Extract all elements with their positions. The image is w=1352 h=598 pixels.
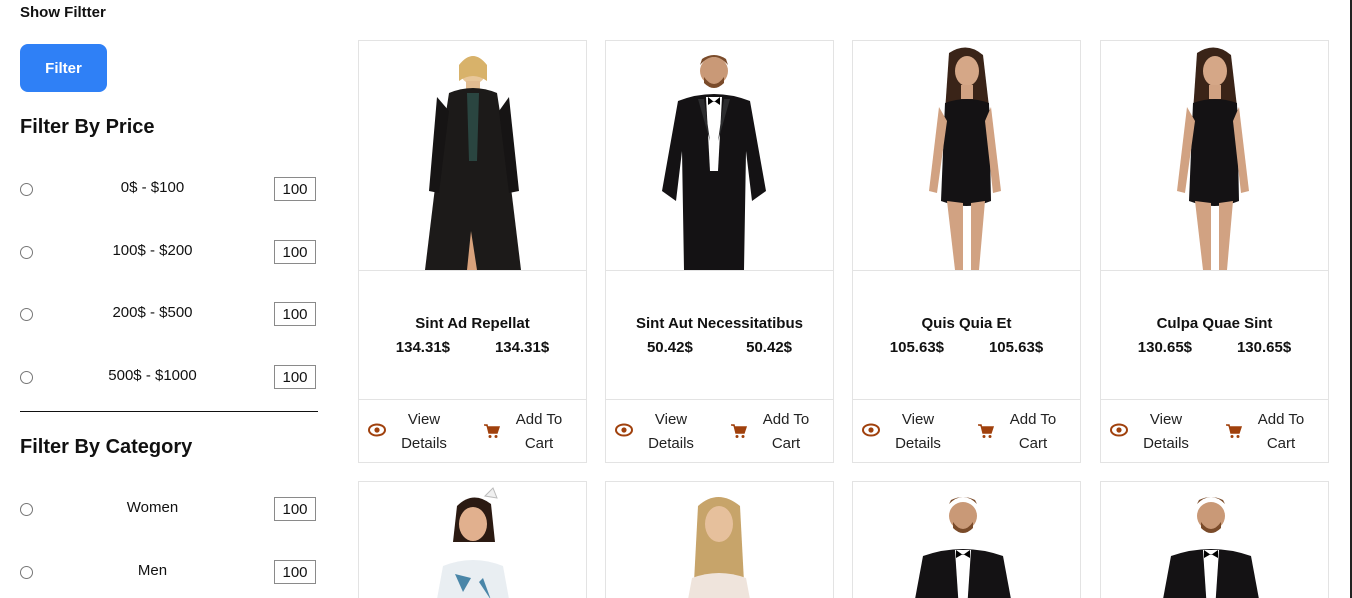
product-price: 130.65$ [1137,339,1193,356]
product-actions: View Details Add To Cart [1101,399,1328,464]
price-filter-title: Filter By Price [20,116,155,138]
product-card[interactable]: Quis Quia Et 105.63$ 105.63$ View Details… [852,40,1081,463]
view-details-button[interactable]: View Details [1110,408,1205,456]
add-to-cart-button[interactable]: Add To Cart [1225,408,1320,456]
product-card[interactable] [1100,481,1329,598]
product-card[interactable] [358,481,587,598]
product-image-woman-black-dress[interactable] [853,41,1080,271]
product-image-woman-black-dress[interactable] [1101,41,1328,271]
price-radio[interactable] [20,308,33,321]
eye-icon [368,423,386,442]
view-details-button[interactable]: View Details [615,408,710,456]
product-price-secondary: 130.65$ [1236,339,1292,356]
product-prices: 105.63$ 105.63$ [853,339,1080,356]
product-card[interactable]: Culpa Quae Sint 130.65$ 130.65$ View Deta… [1100,40,1329,463]
category-option[interactable]: Men 100 [20,560,318,586]
view-details-label: View Details [1143,411,1189,452]
price-option-label: 100$ - $200 [112,242,193,259]
product-actions: View Details Add To Cart [359,399,586,464]
filter-button[interactable]: Filter [20,44,107,92]
add-to-cart-label: Add To Cart [515,411,563,452]
price-option[interactable]: 500$ - $1000 100 [20,365,318,391]
price-option[interactable]: 0$ - $100 100 [20,177,318,203]
price-option[interactable]: 200$ - $500 100 [20,302,318,328]
cart-icon [730,423,748,444]
sidebar-divider [20,411,318,412]
category-radio[interactable] [20,566,33,579]
product-image-man-tuxedo[interactable] [606,41,833,271]
product-actions: View Details Add To Cart [853,399,1080,464]
product-price: 50.42$ [646,339,693,356]
product-name: Quis Quia Et [921,315,1012,332]
product-price-secondary: 105.63$ [988,339,1044,356]
price-radio[interactable] [20,371,33,384]
product-name: Sint Aut Necessitatibus [636,315,803,332]
view-details-label: View Details [648,411,694,452]
product-image-girl-white-dress[interactable] [359,482,586,598]
product-name: Sint Ad Repellat [415,315,530,332]
add-to-cart-label: Add To Cart [762,411,810,452]
view-details-label: View Details [895,411,941,452]
product-actions: View Details Add To Cart [606,399,833,464]
category-option-label: Women [126,499,179,516]
product-prices: 50.42$ 50.42$ [606,339,833,356]
cart-icon [1225,423,1243,444]
product-image-woman-blonde[interactable] [606,482,833,598]
product-price: 105.63$ [889,339,945,356]
price-option-count: 100 [274,177,316,201]
product-price-secondary: 134.31$ [494,339,550,356]
price-option-count: 100 [274,302,316,326]
eye-icon [615,423,633,442]
category-option-count: 100 [274,497,316,521]
price-option-label: 500$ - $1000 [108,367,197,384]
add-to-cart-button[interactable]: Add To Cart [730,408,825,456]
product-card[interactable] [852,481,1081,598]
product-card[interactable] [605,481,834,598]
product-card[interactable]: Sint Ad Repellat 134.31$ 134.31$ View Det… [358,40,587,463]
price-radio[interactable] [20,246,33,259]
view-details-button[interactable]: View Details [368,408,463,456]
product-prices: 130.65$ 130.65$ [1101,339,1328,356]
price-radio[interactable] [20,183,33,196]
price-option-label: 200$ - $500 [112,304,193,321]
product-price: 134.31$ [395,339,451,356]
category-option-count: 100 [274,560,316,584]
product-price-secondary: 50.42$ [746,339,793,356]
price-option-label: 0$ - $100 [120,179,185,196]
price-option[interactable]: 100$ - $200 100 [20,240,318,266]
product-name: Culpa Quae Sint [1156,315,1273,332]
product-listing-page: Show Filtter Filter Filter By Price 0$ -… [0,0,1352,598]
category-radio[interactable] [20,503,33,516]
eye-icon [862,423,880,442]
add-to-cart-label: Add To Cart [1009,411,1057,452]
price-option-count: 100 [274,365,316,389]
view-details-button[interactable]: View Details [862,408,957,456]
category-filter-title: Filter By Category [20,436,193,458]
category-option-label: Men [137,562,168,579]
view-details-label: View Details [401,411,447,452]
product-image-man-tuxedo[interactable] [853,482,1080,598]
product-card[interactable]: Sint Aut Necessitatibus 50.42$ 50.42$ Vi… [605,40,834,463]
cart-icon [483,423,501,444]
product-image-man-tuxedo[interactable] [1101,482,1328,598]
add-to-cart-button[interactable]: Add To Cart [977,408,1072,456]
price-option-count: 100 [274,240,316,264]
product-image-woman-black-coat[interactable] [359,41,586,271]
product-prices: 134.31$ 134.31$ [359,339,586,356]
show-filter-toggle[interactable]: Show Filtter [20,4,106,21]
category-option[interactable]: Women 100 [20,497,318,523]
add-to-cart-label: Add To Cart [1257,411,1305,452]
eye-icon [1110,423,1128,442]
add-to-cart-button[interactable]: Add To Cart [483,408,578,456]
cart-icon [977,423,995,444]
